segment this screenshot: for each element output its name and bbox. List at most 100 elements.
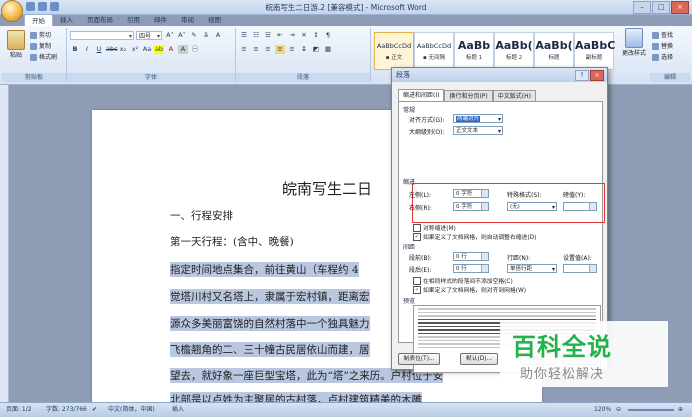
doc-line-selected: 望去，就好象一座巨型宝塔，此为“塔”之来历。户村位于安 <box>170 368 444 383</box>
zoom-in-icon[interactable]: ⊕ <box>678 403 683 417</box>
snap-to-grid-checkbox[interactable]: ✓ 如果定义了文档网格，则对齐到网格(W) <box>413 285 526 294</box>
spacing-at-label: 设置值(A): <box>563 255 592 262</box>
grow-font-icon[interactable]: A˄ <box>165 31 175 40</box>
zoom-out-icon[interactable]: ⊖ <box>616 403 621 417</box>
help-button[interactable]: ? <box>575 70 589 81</box>
tab-references[interactable]: 引用 <box>120 14 147 26</box>
clipboard-group-label: 剪贴板 <box>2 73 66 82</box>
increase-indent-icon[interactable]: ⇥ <box>287 31 297 40</box>
strikethrough-icon[interactable]: abc <box>106 45 118 54</box>
char-shading-icon[interactable]: A <box>178 45 188 54</box>
change-case-icon[interactable]: Aa <box>142 45 152 54</box>
shading-icon[interactable]: ◩ <box>311 45 321 54</box>
numbering-icon[interactable]: ☷ <box>251 31 261 40</box>
dialog-close-button[interactable]: × <box>590 70 604 81</box>
paragraph-group-label: 段落 <box>236 73 370 82</box>
char-border-icon[interactable]: A <box>213 31 223 40</box>
chinese-layout-icon[interactable]: ✕ <box>299 31 309 40</box>
paste-button[interactable]: 粘贴 <box>5 30 27 59</box>
line-spacing-label: 行距(N): <box>507 255 531 262</box>
zoom-level[interactable]: 120% <box>594 403 611 417</box>
enclose-char-icon[interactable]: ㊀ <box>190 45 200 54</box>
right-indent-spinner[interactable]: 0 字符 <box>453 202 489 211</box>
auto-adjust-indent-checkbox[interactable]: ✓ 如果定义了文档网格，则自动调整右缩进(D) <box>413 232 536 241</box>
watermark-logo: 百科全说 <box>512 333 612 361</box>
decrease-indent-icon[interactable]: ⇤ <box>275 31 285 40</box>
document-title: 皖南写生二日 <box>282 180 373 198</box>
show-marks-icon[interactable]: ¶ <box>323 31 333 40</box>
minimize-button[interactable]: – <box>633 1 651 14</box>
preview-line <box>418 311 596 313</box>
tab-mailings[interactable]: 邮件 <box>147 14 174 26</box>
line-spacing-select[interactable]: 单倍行距 <box>507 264 557 274</box>
format-painter-button[interactable]: 格式刷 <box>30 53 57 62</box>
doc-line-selected: 飞檐翘角的二、三十幢古民居依山而建，居 <box>170 342 370 357</box>
outline-level-select[interactable]: 正文文本 <box>453 126 503 136</box>
alignment-select[interactable]: 两端对齐 <box>453 114 503 124</box>
word-count[interactable]: 字数: 273/766 <box>46 403 87 417</box>
tab-review[interactable]: 审阅 <box>174 14 201 26</box>
left-indent-spinner[interactable]: 0 字符 <box>453 189 489 198</box>
font-name-select[interactable] <box>70 31 134 41</box>
language-indicator[interactable]: 中文(简体，中国) <box>108 403 155 417</box>
clear-format-icon[interactable]: ✎ <box>189 31 199 40</box>
style-heading-2[interactable]: AaBb( 标题 2 <box>494 32 534 70</box>
space-after-spinner[interactable]: 0 行 <box>453 264 489 273</box>
style-no-spacing[interactable]: AaBbCcDd ▪ 无间隔 <box>414 32 454 70</box>
subscript-icon[interactable]: x₂ <box>118 45 128 54</box>
insert-mode[interactable]: 插入 <box>172 403 184 417</box>
special-indent-select[interactable]: (无) <box>507 202 557 212</box>
spacing-at-spinner[interactable] <box>563 264 597 273</box>
replace-button[interactable]: 替换 <box>652 42 673 51</box>
line-spacing-icon[interactable]: ↨ <box>299 45 309 54</box>
maximize-button[interactable]: □ <box>652 1 670 14</box>
shrink-font-icon[interactable]: A˅ <box>177 31 187 40</box>
preview-line <box>418 308 596 310</box>
left-indent-label: 左侧(L): <box>409 192 432 199</box>
tab-page-layout[interactable]: 页面布局 <box>80 14 120 26</box>
align-center-icon[interactable]: ≡ <box>251 45 261 54</box>
tab-insert[interactable]: 插入 <box>53 14 80 26</box>
font-color-icon[interactable]: A <box>166 45 176 54</box>
space-before-spinner[interactable]: 0 行 <box>453 252 489 261</box>
mirror-indents-checkbox[interactable]: 对称缩进(M) <box>413 223 456 232</box>
spelling-icon[interactable]: ✔ <box>92 403 97 417</box>
close-button[interactable]: × <box>671 1 689 14</box>
bold-icon[interactable]: B <box>70 45 80 54</box>
font-format-buttons: B I U abc x₂ x² Aa ab A A ㊀ <box>70 45 200 54</box>
font-size-select[interactable]: 四号 <box>136 31 162 41</box>
phonetic-icon[interactable]: ǎ <box>201 31 211 40</box>
ribbon-tabs: 开始 插入 页面布局 引用 邮件 审阅 视图 <box>24 14 228 27</box>
clipboard-group: 粘贴 剪切 复制 格式刷 剪贴板 <box>2 28 67 82</box>
select-button[interactable]: 选择 <box>652 53 673 62</box>
set-default-button[interactable]: 默认(D)... <box>460 353 498 365</box>
office-button[interactable] <box>2 1 22 21</box>
align-right-icon[interactable]: ≡ <box>263 45 273 54</box>
underline-icon[interactable]: U <box>94 45 104 54</box>
italic-icon[interactable]: I <box>82 45 92 54</box>
tabs-button[interactable]: 制表位(T)... <box>398 353 440 365</box>
sort-icon[interactable]: ↕ <box>311 31 321 40</box>
no-space-same-style-checkbox[interactable]: 在相同样式的段落间不添加空格(C) <box>413 276 513 285</box>
style-normal[interactable]: AaBbCcDd ▪ 正文 <box>374 32 414 70</box>
style-heading-1[interactable]: AaBb 标题 1 <box>454 32 494 70</box>
font-size-buttons: A˄ A˅ ✎ ǎ A <box>165 31 223 40</box>
style-subtitle[interactable]: AaBbC 副标题 <box>574 32 615 70</box>
bullets-icon[interactable]: ☰ <box>239 31 249 40</box>
justify-icon[interactable]: ≡ <box>275 45 285 54</box>
indent-by-spinner[interactable] <box>563 202 597 211</box>
tab-view[interactable]: 视图 <box>201 14 228 26</box>
highlight-icon[interactable]: ab <box>154 45 164 54</box>
find-button[interactable]: 查找 <box>652 31 673 40</box>
distributed-icon[interactable]: ≡ <box>287 45 297 54</box>
zoom-slider[interactable] <box>628 409 674 411</box>
cut-button[interactable]: 剪切 <box>30 31 51 40</box>
copy-button[interactable]: 复制 <box>30 42 51 51</box>
superscript-icon[interactable]: x² <box>130 45 140 54</box>
style-title[interactable]: AaBb( 标题 <box>534 32 574 70</box>
page-count[interactable]: 页面: 1/2 <box>6 403 32 417</box>
change-styles-button[interactable]: 更改样式 <box>620 28 648 57</box>
align-left-icon[interactable]: ≡ <box>239 45 249 54</box>
borders-icon[interactable]: ▦ <box>323 45 333 54</box>
multilevel-list-icon[interactable]: ☱ <box>263 31 273 40</box>
